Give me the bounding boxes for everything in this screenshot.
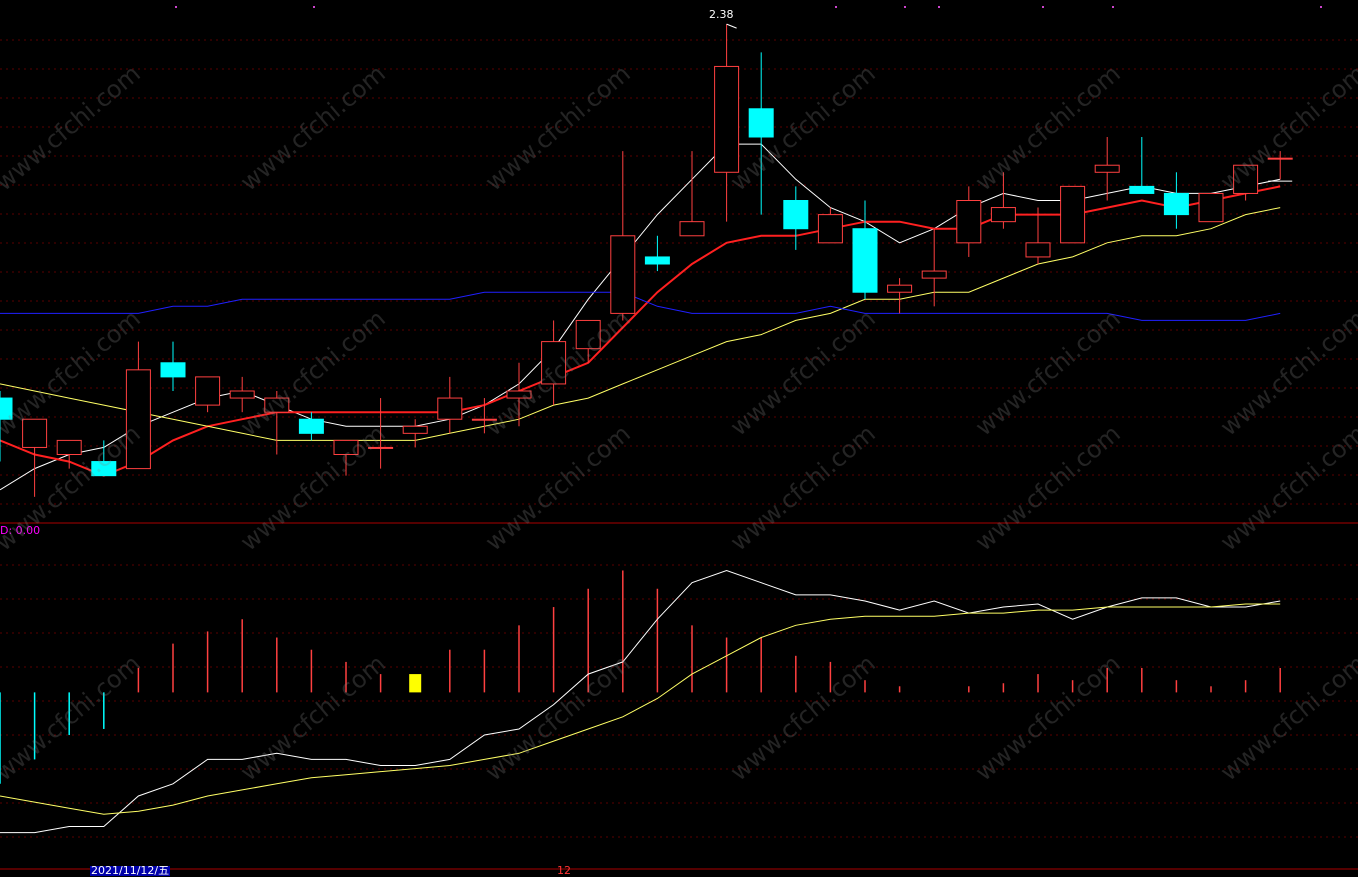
candle-body-up [125, 369, 151, 470]
candle-body-up [56, 439, 82, 455]
ma-line-2 [0, 185, 1281, 477]
top-tick [904, 6, 906, 8]
candle-body-up [1267, 157, 1293, 160]
candle-body-up [1060, 185, 1086, 244]
indicator-line-2 [0, 603, 1281, 815]
candle-body-up [437, 397, 463, 420]
annotation-markers [726, 23, 1293, 182]
high-price-pointer [726, 23, 737, 29]
candle-body-down [298, 418, 324, 434]
candle-body-down [852, 228, 878, 293]
candle-body-up [264, 397, 290, 413]
candle-body-up [1094, 164, 1120, 173]
candle-body-up [402, 425, 428, 434]
candle-body-up [575, 319, 601, 350]
candle-body-up [195, 376, 221, 406]
indicator-line-1 [0, 569, 1281, 834]
moving-average-lines [0, 143, 1281, 491]
candle-body-up [333, 439, 359, 455]
candle-body-up [1233, 164, 1259, 194]
top-tick [1320, 6, 1322, 8]
candle-body-up [714, 65, 740, 173]
candle-body-up [471, 418, 497, 421]
stock-chart [0, 6, 1358, 870]
candle-body-down [1129, 185, 1155, 194]
candle-body-down [783, 200, 809, 230]
candle-body-up [990, 207, 1016, 223]
candle-body-up [1025, 242, 1051, 258]
top-tick [938, 6, 940, 8]
candle-body-up [368, 446, 394, 449]
candlestick-series [0, 24, 1293, 497]
ma-line-4 [0, 291, 1281, 321]
candle-body-down [0, 397, 13, 420]
high-price-label: 2.38 [709, 8, 734, 21]
top-tick [1042, 6, 1044, 8]
candle-body-down [1163, 192, 1189, 216]
top-tick [175, 6, 177, 8]
grid-lines [0, 39, 1358, 838]
top-tick [835, 6, 837, 8]
indicator-lines [0, 569, 1281, 834]
date-axis-label: 2021/11/12/五 [90, 864, 171, 877]
indicator-histogram [0, 570, 1281, 784]
candle-body-up [229, 390, 255, 399]
top-tick [313, 6, 315, 8]
candle-body-down [91, 461, 117, 477]
candle-body-up [817, 214, 843, 244]
candle-body-up [1198, 192, 1224, 223]
candle-body-up [22, 418, 48, 448]
ma-line-1 [0, 143, 1281, 491]
candle-body-down [748, 108, 774, 138]
top-tick-marks [175, 6, 1322, 8]
candle-body-up [506, 390, 532, 399]
top-tick [1112, 6, 1114, 8]
candle-body-down [644, 256, 670, 265]
month-axis-label: 12 [557, 864, 571, 877]
candle-body-up [956, 200, 982, 244]
indicator-value-label: D: 0.00 [0, 524, 41, 537]
candle-body-down [160, 362, 186, 378]
candle-body-up [679, 221, 705, 237]
histogram-highlight-bar [409, 674, 422, 693]
candle-body-up [887, 284, 913, 293]
candle-body-up [921, 270, 947, 279]
candle-body-up [610, 235, 636, 314]
candle-body-up [541, 341, 567, 385]
